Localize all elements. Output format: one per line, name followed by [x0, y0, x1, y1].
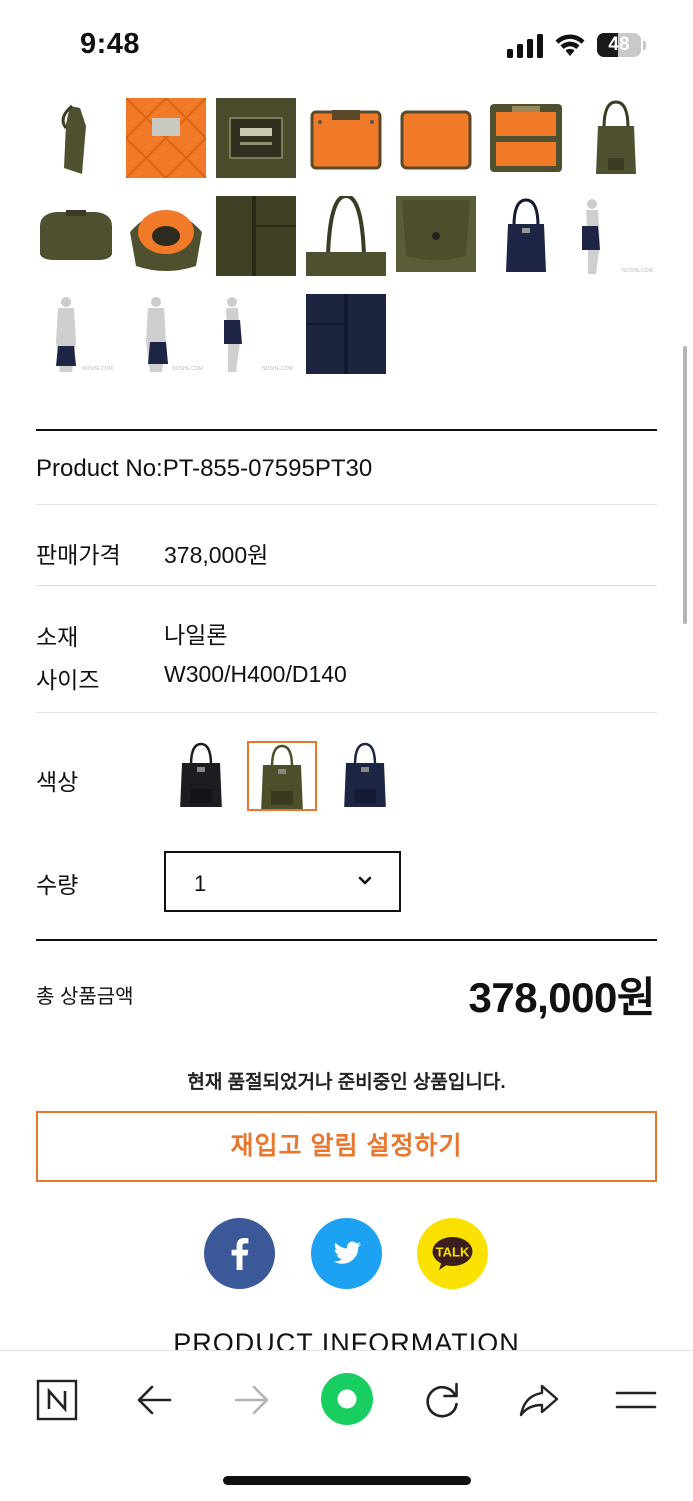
- tote-olive-image: [261, 744, 303, 809]
- quantity-label: 수량: [36, 872, 79, 898]
- reload-icon[interactable]: [418, 1376, 466, 1424]
- product-thumbnail-pocket-detail-olive[interactable]: [396, 196, 476, 276]
- kakaotalk-share-button[interactable]: TALK: [417, 1218, 488, 1289]
- divider: [36, 429, 657, 431]
- material-value: 나일론: [164, 622, 228, 648]
- menu-icon[interactable]: [612, 1376, 660, 1424]
- tote-front-olive-image: [576, 98, 656, 178]
- size-label: 사이즈: [36, 667, 100, 693]
- battery-icon: 48: [597, 33, 647, 59]
- product-thumbnail-bag-handles-olive[interactable]: [306, 196, 386, 276]
- material-label: 소재: [36, 624, 79, 650]
- product-thumbnail-fabric-closeup-navy[interactable]: [306, 294, 386, 374]
- color-swatch-olive[interactable]: [247, 741, 317, 811]
- status-bar: 9:48 48: [0, 0, 693, 90]
- color-swatch-black[interactable]: [168, 741, 238, 811]
- model-front-navy-image: NOSHE.COM: [36, 294, 116, 374]
- quantity-value: 1: [194, 871, 207, 896]
- product-thumbnail-olive-pouch-open[interactable]: [486, 98, 566, 178]
- soldout-notice: 현재 품절되었거나 준비중인 상품입니다.: [187, 1072, 506, 1093]
- fabric-closeup-navy-image: [306, 294, 386, 374]
- product-thumbnail-model-side-olive[interactable]: NOSHE.COM: [216, 294, 296, 374]
- restock-alert-button[interactable]: 재입고 알림 설정하기: [36, 1111, 657, 1182]
- wifi-icon: [555, 34, 585, 56]
- product-thumbnail-fabric-closeup-olive[interactable]: [216, 196, 296, 276]
- svg-text:NOSHE.COM: NOSHE.COM: [172, 366, 203, 372]
- divider: [36, 585, 657, 586]
- total-price-label: 총 상품금액: [36, 986, 134, 1008]
- product-thumbnail-tote-front-olive[interactable]: [576, 98, 656, 178]
- page-scrollbar[interactable]: [683, 346, 687, 624]
- price-label: 판매가격: [36, 542, 121, 568]
- svg-text:NOSHE.COM: NOSHE.COM: [82, 366, 113, 372]
- product-thumbnail-bag-inside-orange[interactable]: [126, 196, 206, 276]
- product-thumbnail-tote-front-navy[interactable]: [486, 196, 566, 276]
- product-thumbnail-orange-pouch-2[interactable]: [396, 98, 476, 178]
- orange-pouch-2-image: [396, 98, 476, 178]
- color-swatch-navy[interactable]: [332, 741, 402, 811]
- olive-pouch-open-image: [486, 98, 566, 178]
- share-icon[interactable]: [515, 1376, 563, 1424]
- bag-inside-orange-image: [126, 196, 206, 276]
- svg-text:TALK: TALK: [436, 1245, 470, 1260]
- chevron-down-icon: [358, 876, 372, 885]
- quilted-orange-lining-image: [126, 98, 206, 178]
- fabric-closeup-olive-image: [216, 196, 296, 276]
- cellular-signal-icon: [507, 34, 543, 58]
- svg-text:NOSHE.COM: NOSHE.COM: [622, 268, 653, 274]
- product-thumbnail-model-front-navy[interactable]: NOSHE.COM: [36, 294, 116, 374]
- back-arrow-icon[interactable]: [131, 1376, 179, 1424]
- twitter-share-button[interactable]: [311, 1218, 382, 1289]
- product-thumbnail-bag-side-olive[interactable]: [36, 98, 116, 178]
- price-value: 378,000원: [164, 542, 269, 568]
- color-label: 색상: [36, 769, 79, 795]
- green-dot-icon[interactable]: [320, 1372, 374, 1426]
- tote-navy-image: [344, 742, 386, 807]
- product-thumbnail-model-side-navy[interactable]: NOSHE.COM: [576, 196, 656, 276]
- model-side-olive-image: NOSHE.COM: [216, 294, 296, 374]
- home-indicator: [223, 1476, 471, 1485]
- model-back-image: NOSHE.COM: [126, 294, 206, 374]
- product-thumbnail-bag-bottom-olive[interactable]: [36, 196, 116, 276]
- divider: [36, 939, 657, 941]
- product-thumbnail-model-back[interactable]: NOSHE.COM: [126, 294, 206, 374]
- divider: [36, 504, 657, 505]
- naver-home-icon[interactable]: [33, 1376, 81, 1424]
- twitter-icon: [311, 1218, 382, 1289]
- pocket-detail-olive-image: [396, 196, 476, 276]
- battery-level: 48: [608, 34, 630, 55]
- kakaotalk-icon: TALK: [417, 1218, 488, 1289]
- divider: [36, 712, 657, 713]
- quantity-select[interactable]: 1: [164, 851, 401, 912]
- tote-black-image: [180, 742, 222, 807]
- model-side-navy-image: NOSHE.COM: [576, 196, 656, 276]
- porter-label-closeup-image: [216, 98, 296, 178]
- product-thumbnail-porter-label-closeup[interactable]: [216, 98, 296, 178]
- product-thumbnail-orange-pouch-1[interactable]: [306, 98, 386, 178]
- tote-front-navy-image: [486, 196, 566, 276]
- product-thumbnail-quilted-orange-lining[interactable]: [126, 98, 206, 178]
- bag-bottom-olive-image: [36, 196, 116, 276]
- bag-side-olive-image: [36, 98, 116, 178]
- total-price-value: 378,000원: [468, 974, 656, 1021]
- bag-handles-olive-image: [306, 196, 386, 276]
- facebook-share-button[interactable]: [204, 1218, 275, 1289]
- product-number: Product No:PT-855-07595PT30: [36, 455, 373, 482]
- orange-pouch-1-image: [306, 98, 386, 178]
- svg-text:NOSHE.COM: NOSHE.COM: [262, 366, 293, 372]
- forward-arrow-icon[interactable]: [227, 1376, 275, 1424]
- facebook-icon: [204, 1218, 275, 1289]
- size-value: W300/H400/D140: [164, 661, 347, 687]
- status-time: 9:48: [80, 28, 141, 60]
